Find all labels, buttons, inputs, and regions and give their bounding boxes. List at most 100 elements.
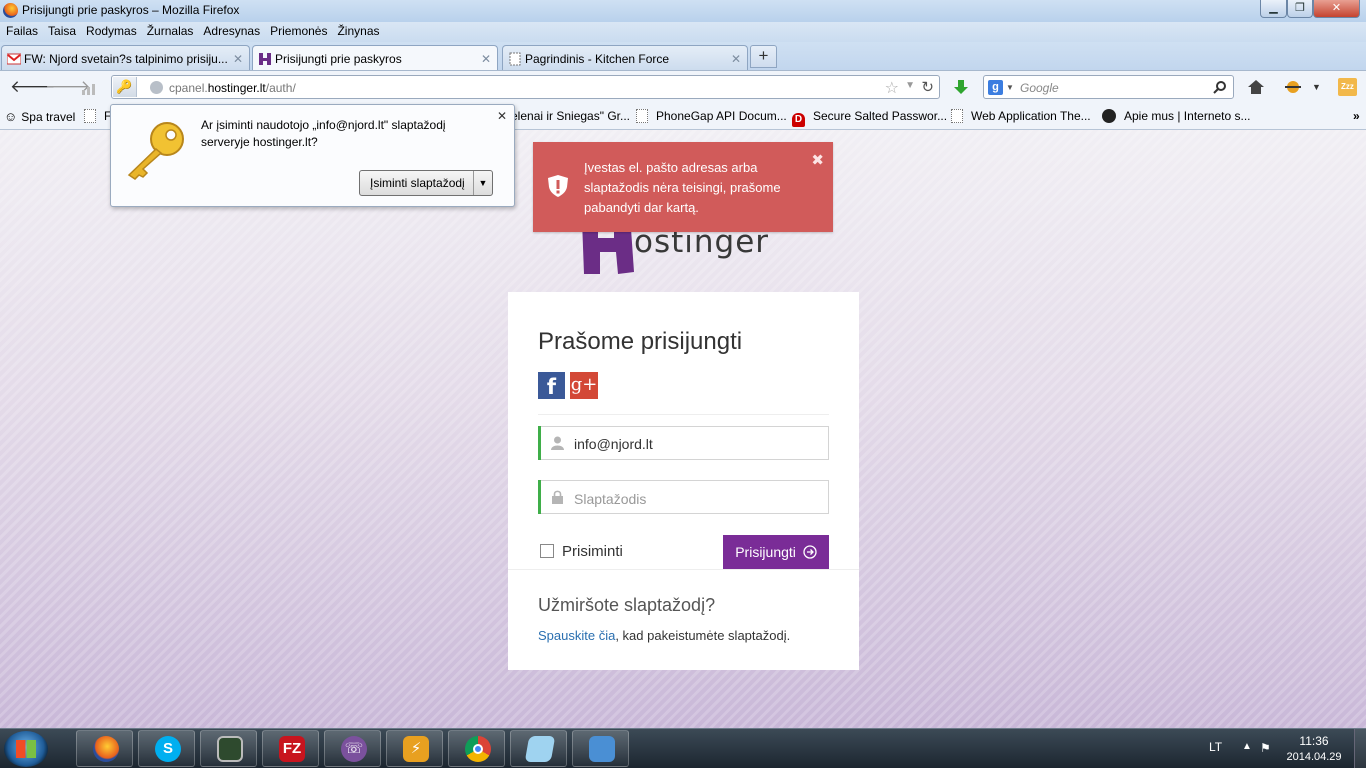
tab-kitchen-force[interactable]: Pagrindinis - Kitchen Force ✕ — [502, 45, 748, 70]
taskbar-filezilla[interactable]: FZ — [262, 730, 319, 767]
save-password-popup: Ar įsiminti naudotojo „info@njord.lt" sl… — [110, 104, 515, 207]
menu-failas[interactable]: Failas — [1, 22, 43, 38]
tab-gmail[interactable]: FW: Njord svetain?s talpinimo prisiju...… — [1, 45, 250, 70]
reload-icon[interactable]: ↻ — [921, 78, 934, 96]
menu-zinynas[interactable]: Žinynas — [332, 22, 384, 38]
signal-icon — [82, 84, 95, 95]
moon-icon — [1102, 109, 1116, 123]
taskbar-skype[interactable]: S — [138, 730, 195, 767]
key-icon[interactable]: 🔑 — [113, 77, 137, 97]
menu-adresynas[interactable]: Adresynas — [198, 22, 265, 38]
terminal-icon — [217, 736, 243, 762]
forgot-password-help: Spauskite čia, kad pakeistumėte slaptažo… — [538, 628, 790, 643]
reset-password-link[interactable]: Spauskite čia — [538, 628, 615, 643]
show-hidden-icons-icon[interactable]: ▲ — [1242, 741, 1252, 752]
tab-bar: FW: Njord svetain?s talpinimo prisiju...… — [0, 42, 1366, 71]
tab-label: Pagrindinis - Kitchen Force — [525, 52, 670, 66]
arrow-circle-icon — [803, 545, 817, 559]
login-button[interactable]: Prisijungti — [723, 535, 829, 569]
smiley-icon: ☺ — [4, 109, 18, 124]
close-window-button[interactable]: ✕ — [1313, 0, 1360, 18]
login-button-label: Prisijungti — [735, 544, 796, 560]
language-indicator[interactable]: LT — [1209, 740, 1222, 754]
close-popup-icon[interactable]: ✕ — [497, 109, 507, 123]
bookmark-phonegap[interactable]: PhoneGap API Docum... — [636, 109, 787, 123]
notepad-icon — [524, 736, 556, 762]
maximize-button[interactable]: ❐ — [1287, 0, 1313, 18]
firefox-icon — [3, 3, 18, 18]
email-field[interactable]: info@njord.lt — [538, 426, 829, 460]
address-bar[interactable]: 🔑 cpanel.hostinger.lt/auth/ ☆ ▼ ↻ — [111, 75, 940, 99]
key-icon — [127, 122, 184, 180]
taskbar-chrome[interactable] — [448, 730, 505, 767]
clock-time[interactable]: 11:36 — [1284, 734, 1344, 748]
tab-label: FW: Njord svetain?s talpinimo prisiju... — [24, 52, 228, 66]
save-password-label: Įsiminti slaptažodį — [370, 176, 465, 190]
page-icon — [951, 109, 963, 123]
password-placeholder: Slaptažodis — [574, 491, 647, 507]
taskbar-book[interactable] — [572, 730, 629, 767]
taskbar-viber[interactable]: ☏ — [324, 730, 381, 767]
bookmark-elenai[interactable]: elenai ir Sniegas" Gr... — [511, 109, 630, 123]
close-tab-icon[interactable]: ✕ — [481, 52, 491, 66]
action-center-flag-icon[interactable]: ⚑ — [1260, 741, 1271, 755]
user-icon — [551, 436, 564, 450]
google-icon[interactable]: g — [988, 80, 1003, 95]
google-plus-login-button[interactable]: g+ — [570, 372, 598, 399]
shield-warning-icon — [548, 175, 568, 197]
email-value: info@njord.lt — [574, 436, 653, 452]
extension-icon[interactable] — [1283, 79, 1303, 95]
close-alert-icon[interactable]: ✖ — [811, 151, 824, 169]
save-password-button[interactable]: Įsiminti slaptažodį ▼ — [359, 170, 493, 196]
home-icon[interactable] — [1247, 79, 1265, 95]
menu-taisa[interactable]: Taisa — [43, 22, 81, 38]
close-tab-icon[interactable]: ✕ — [233, 52, 243, 66]
remember-checkbox[interactable] — [540, 544, 554, 558]
minimize-button[interactable]: ▁ — [1260, 0, 1287, 18]
alert-message: Įvestas el. pašto adresas arba slaptažod… — [584, 160, 781, 215]
lock-icon — [552, 490, 563, 504]
chevron-down-icon[interactable]: ▼ — [905, 80, 915, 91]
taskbar-winamp[interactable]: ⚡ — [386, 730, 443, 767]
chevron-down-icon[interactable]: ▼ — [1312, 82, 1321, 92]
taskbar-terminal[interactable] — [200, 730, 257, 767]
windows-logo-icon — [16, 740, 36, 758]
forgot-password-title: Užmiršote slaptažodį? — [538, 595, 716, 615]
menu-zurnalas[interactable]: Žurnalas — [142, 22, 199, 38]
taskbar-firefox[interactable] — [76, 730, 133, 767]
divider — [538, 414, 829, 415]
search-placeholder: Google — [1020, 81, 1059, 95]
start-button[interactable] — [4, 731, 48, 767]
tab-hostinger[interactable]: Prisijungti prie paskyros ✕ — [252, 45, 498, 71]
url-text[interactable]: cpanel.hostinger.lt/auth/ — [169, 81, 296, 95]
download-icon[interactable] — [953, 79, 969, 95]
gmail-icon — [7, 53, 21, 65]
skype-icon: S — [155, 736, 181, 762]
menu-priemones[interactable]: Priemonės — [265, 22, 332, 38]
clock-date[interactable]: 2014.04.29 — [1284, 751, 1344, 763]
chrome-icon — [465, 736, 491, 762]
facebook-login-button[interactable]: f — [538, 372, 565, 399]
bookmarks-overflow-icon[interactable]: » — [1353, 109, 1360, 123]
bookmark-star-icon[interactable]: ☆ — [885, 78, 899, 98]
window-title: Prisijungti prie paskyros – Mozilla Fire… — [22, 3, 240, 17]
zzz-icon[interactable]: Zzz — [1338, 78, 1357, 96]
bookmark-apie-mus[interactable]: Apie mus | Interneto s... — [1102, 109, 1251, 123]
bookmark-web-app[interactable]: Web Application The... — [951, 109, 1091, 123]
menu-rodymas[interactable]: Rodymas — [81, 22, 142, 38]
taskbar-notepad[interactable] — [510, 730, 567, 767]
close-tab-icon[interactable]: ✕ — [731, 52, 741, 66]
valid-indicator — [538, 480, 541, 514]
search-icon[interactable] — [1213, 80, 1227, 94]
show-desktop-button[interactable] — [1354, 729, 1366, 768]
new-tab-button[interactable]: + — [750, 45, 777, 68]
chevron-down-icon[interactable]: ▼ — [473, 171, 492, 195]
search-box[interactable]: g ▼ Google — [983, 75, 1234, 99]
winamp-icon: ⚡ — [403, 736, 429, 762]
google-plus-icon: g+ — [570, 374, 598, 395]
chevron-down-icon[interactable]: ▼ — [1006, 83, 1014, 92]
bookmark-spa-travel[interactable]: ☺ Spa travel — [4, 109, 75, 124]
password-field[interactable]: Slaptažodis — [538, 480, 829, 514]
bookmark-secure-salted[interactable]: D Secure Salted Passwor... — [792, 109, 947, 127]
help-text: , kad pakeistumėte slaptažodį. — [615, 628, 791, 643]
